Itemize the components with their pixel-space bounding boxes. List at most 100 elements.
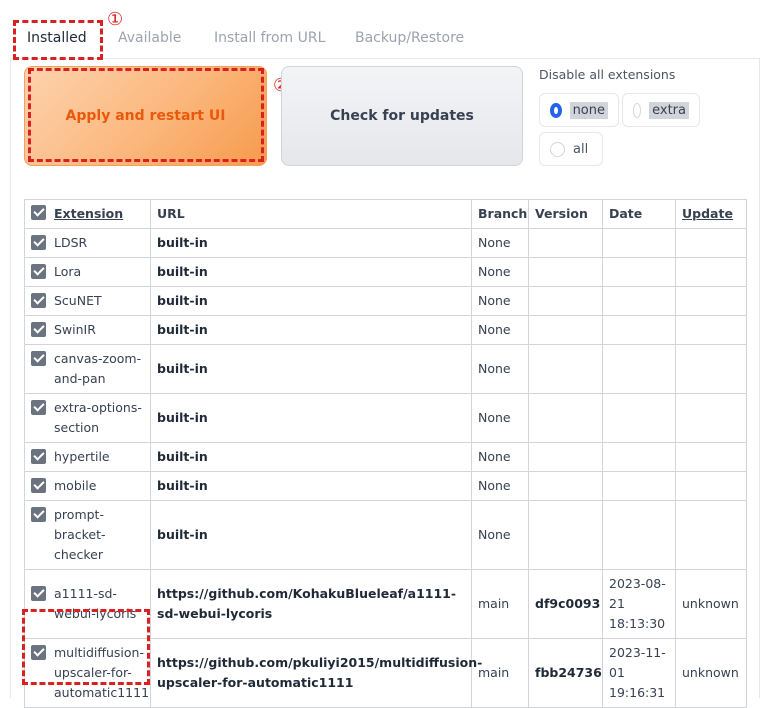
url-cell: built-in xyxy=(150,471,472,501)
version-cell xyxy=(528,257,603,287)
select-all-checkbox[interactable] xyxy=(31,205,46,220)
update-cell xyxy=(675,442,747,472)
branch-cell: None xyxy=(471,315,529,345)
radio-all[interactable]: all xyxy=(539,132,603,166)
update-cell xyxy=(675,500,747,570)
enable-checkbox[interactable] xyxy=(31,322,46,337)
enable-checkbox[interactable] xyxy=(31,478,46,493)
branch-cell: None xyxy=(471,344,529,394)
extension-cell[interactable]: hypertile xyxy=(24,442,151,472)
enable-checkbox[interactable] xyxy=(31,264,46,279)
branch-cell: None xyxy=(471,393,529,443)
header-extension[interactable]: Extension xyxy=(24,199,151,229)
update-cell xyxy=(675,471,747,501)
url-cell: built-in xyxy=(150,442,472,472)
extension-cell[interactable]: ScuNET xyxy=(24,286,151,316)
radio-unchecked-icon xyxy=(633,102,642,118)
update-cell xyxy=(675,315,747,345)
branch-cell: None xyxy=(471,442,529,472)
extension-cell[interactable]: mobile xyxy=(24,471,151,501)
tab-backup-restore[interactable]: Backup/Restore xyxy=(355,30,464,46)
branch-cell: None xyxy=(471,286,529,316)
url-cell: built-in xyxy=(150,344,472,394)
tab-installed[interactable]: Installed xyxy=(27,30,87,46)
extensions-table: Extension URL Branch Version Date Update… xyxy=(24,199,747,708)
disable-extensions-label: Disable all extensions xyxy=(539,67,676,82)
header-version: Version xyxy=(528,199,603,229)
extension-cell[interactable]: LDSR xyxy=(24,228,151,258)
version-cell xyxy=(528,315,603,345)
url-cell: built-in xyxy=(150,500,472,570)
branch-cell: None xyxy=(471,500,529,570)
header-update[interactable]: Update xyxy=(675,199,747,229)
extension-cell[interactable]: Lora xyxy=(24,257,151,287)
version-cell xyxy=(528,500,603,570)
version-cell xyxy=(528,286,603,316)
radio-all-label: all xyxy=(573,141,589,157)
extension-cell[interactable]: extra-options-section xyxy=(24,393,151,443)
tab-available[interactable]: Available xyxy=(118,30,181,46)
version-cell xyxy=(528,442,603,472)
enable-checkbox[interactable] xyxy=(31,507,46,522)
table-row: hypertile built-in None xyxy=(24,442,747,472)
radio-none[interactable]: none xyxy=(539,93,619,127)
enable-checkbox[interactable] xyxy=(31,449,46,464)
url-cell: built-in xyxy=(150,228,472,258)
radio-extra-label: extra xyxy=(649,101,689,119)
date-cell xyxy=(602,286,676,316)
extension-cell[interactable]: multidiffusion-upscaler-for-automatic111… xyxy=(24,638,151,708)
table-row: prompt-bracket-checker built-in None xyxy=(24,500,747,570)
branch-cell: main xyxy=(471,569,529,639)
update-cell xyxy=(675,286,747,316)
date-cell: 2023-08-21 18:13:30 xyxy=(602,569,676,639)
enable-checkbox[interactable] xyxy=(31,400,46,415)
table-row: ScuNET built-in None xyxy=(24,286,747,316)
enable-checkbox[interactable] xyxy=(31,235,46,250)
url-cell: built-in xyxy=(150,257,472,287)
url-cell[interactable]: https://github.com/KohakuBlueleaf/a1111-… xyxy=(150,569,472,639)
update-cell: unknown xyxy=(675,638,747,708)
table-row: mobile built-in None xyxy=(24,471,747,501)
tab-install-from-url[interactable]: Install from URL xyxy=(214,30,325,46)
extension-cell[interactable]: SwinIR xyxy=(24,315,151,345)
branch-cell: main xyxy=(471,638,529,708)
table-row: SwinIR built-in None xyxy=(24,315,747,345)
date-cell xyxy=(602,257,676,287)
header-branch: Branch xyxy=(471,199,529,229)
table-header-row: Extension URL Branch Version Date Update xyxy=(24,199,747,229)
annotation-marker-1: ① xyxy=(107,9,124,30)
table-row: canvas-zoom-and-pan built-in None xyxy=(24,344,747,394)
enable-checkbox[interactable] xyxy=(31,293,46,308)
version-cell xyxy=(528,393,603,443)
table-row: extra-options-section built-in None xyxy=(24,393,747,443)
version-cell: fbb24736 xyxy=(528,638,603,708)
header-date: Date xyxy=(602,199,676,229)
radio-extra[interactable]: extra xyxy=(622,93,700,127)
update-cell xyxy=(675,228,747,258)
date-cell xyxy=(602,500,676,570)
version-cell xyxy=(528,228,603,258)
check-updates-button[interactable]: Check for updates xyxy=(281,66,523,166)
url-cell: built-in xyxy=(150,393,472,443)
version-cell xyxy=(528,471,603,501)
extension-cell[interactable]: canvas-zoom-and-pan xyxy=(24,344,151,394)
enable-checkbox[interactable] xyxy=(31,586,46,601)
url-cell: built-in xyxy=(150,286,472,316)
update-cell xyxy=(675,257,747,287)
apply-restart-button[interactable]: Apply and restart UI xyxy=(24,66,267,166)
table-row: multidiffusion-upscaler-for-automatic111… xyxy=(24,638,747,708)
branch-cell: None xyxy=(471,228,529,258)
version-cell: df9c0093 xyxy=(528,569,603,639)
extension-cell[interactable]: a1111-sd-webui-lycoris xyxy=(24,569,151,639)
date-cell xyxy=(602,315,676,345)
enable-checkbox[interactable] xyxy=(31,645,46,660)
url-cell[interactable]: https://github.com/pkuliyi2015/multidiff… xyxy=(150,638,482,708)
radio-checked-icon xyxy=(550,102,562,118)
enable-checkbox[interactable] xyxy=(31,351,46,366)
update-cell xyxy=(675,393,747,443)
extension-cell[interactable]: prompt-bracket-checker xyxy=(24,500,151,570)
table-row: LDSR built-in None xyxy=(24,228,747,258)
date-cell xyxy=(602,442,676,472)
table-row: a1111-sd-webui-lycoris https://github.com… xyxy=(24,569,747,639)
date-cell: 2023-11-01 19:16:31 xyxy=(602,638,676,708)
